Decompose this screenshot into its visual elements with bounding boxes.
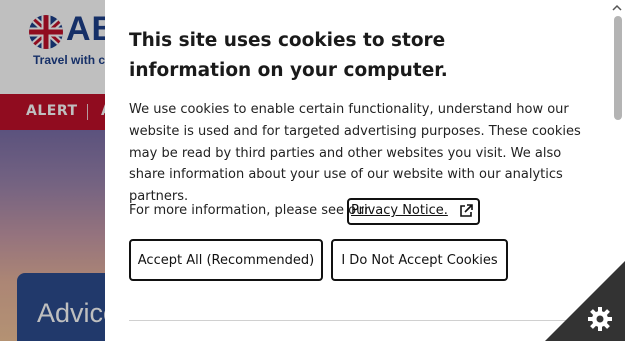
cookie-settings-button[interactable] (545, 261, 625, 341)
external-link-icon (460, 204, 473, 217)
privacy-notice-link[interactable]: Privacy Notice. (347, 198, 480, 225)
accept-all-button[interactable]: Accept All (Recommended) (129, 239, 323, 281)
chevron-up-icon[interactable] (611, 3, 623, 13)
dialog-divider (129, 320, 591, 321)
decline-cookies-button[interactable]: I Do Not Accept Cookies (331, 239, 508, 281)
cookie-dialog: This site uses cookies to store informat… (105, 0, 610, 341)
cookie-dialog-title: This site uses cookies to store informat… (129, 30, 448, 81)
scrollbar-thumb[interactable] (614, 16, 622, 120)
cookie-dialog-body: We use cookies to enable certain functio… (129, 102, 581, 205)
gear-icon (588, 307, 612, 331)
privacy-notice-label: Privacy Notice. (351, 203, 448, 218)
more-info-text: For more information, please see our (129, 203, 370, 218)
